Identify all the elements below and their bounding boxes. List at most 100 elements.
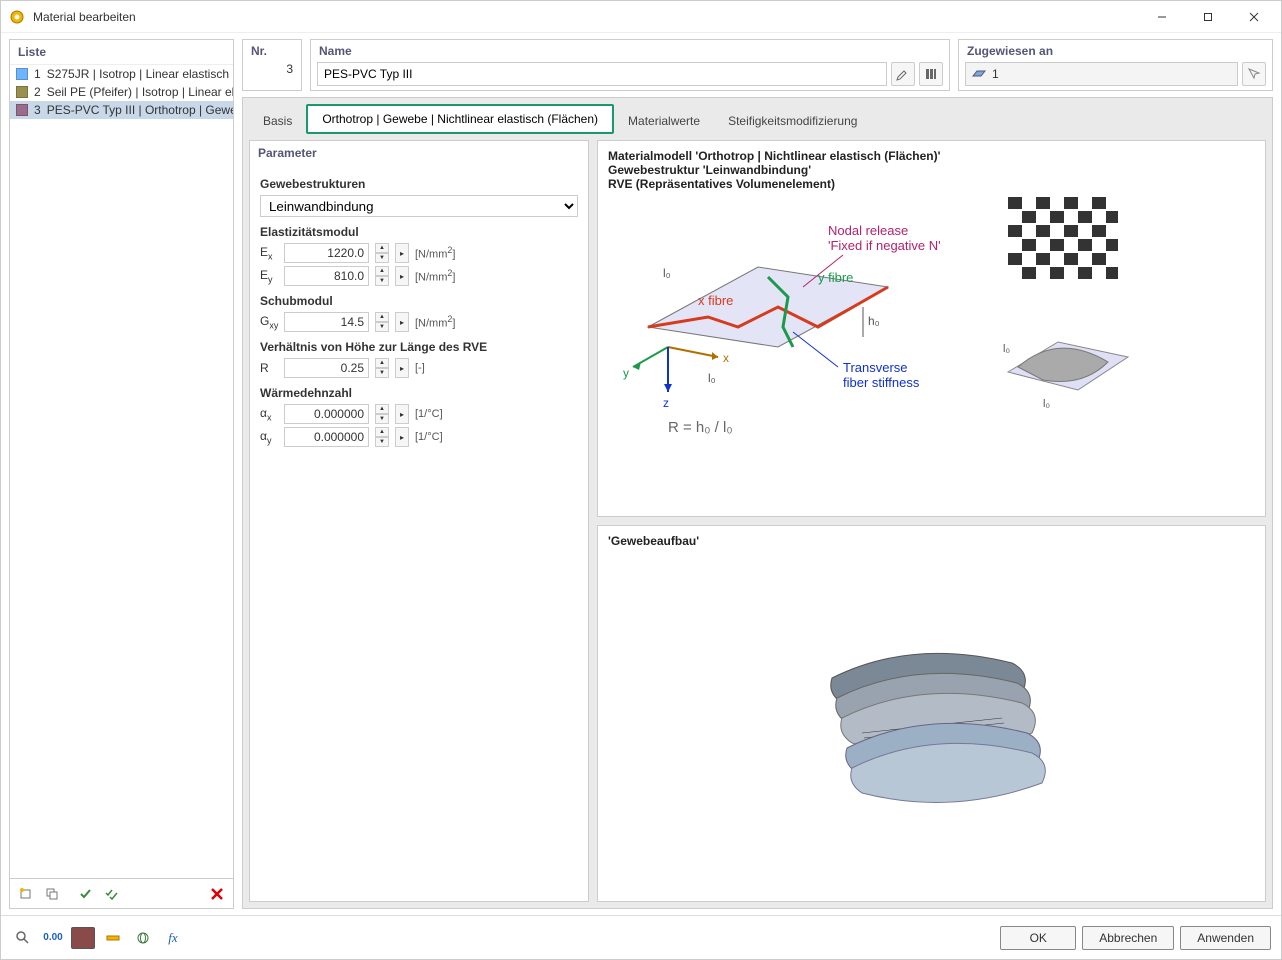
gewebe-combo[interactable]: Leinwandbindung <box>260 195 578 217</box>
name-label: Name <box>311 40 949 58</box>
list-item[interactable]: 2 Seil PE (Pfeifer) | Isotrop | Linear e… <box>10 83 233 101</box>
nr-label: Nr. <box>243 40 301 58</box>
ey-unit: [N/mm2] <box>415 268 455 284</box>
xfibre-label: x fibre <box>698 293 733 308</box>
spin-up[interactable]: ▲ <box>375 404 389 414</box>
ruler-icon[interactable] <box>101 927 125 949</box>
spin-down[interactable]: ▼ <box>375 437 389 447</box>
surface-icon <box>972 69 986 79</box>
tabbed-box: Basis Orthotrop | Gewebe | Nichtlinear e… <box>242 97 1273 909</box>
function-icon[interactable]: fx <box>161 927 185 949</box>
spin-up[interactable]: ▲ <box>375 427 389 437</box>
spin-down[interactable]: ▼ <box>375 253 389 263</box>
ey-label: Ey <box>260 268 278 284</box>
assigned-input[interactable]: 1 <box>965 62 1238 86</box>
go-button[interactable]: ▸ <box>395 243 409 263</box>
spin-down[interactable]: ▼ <box>375 414 389 424</box>
spin-down[interactable]: ▼ <box>375 368 389 378</box>
tab-steifigkeit[interactable]: Steifigkeitsmodifizierung <box>714 108 871 134</box>
app-icon <box>9 9 25 25</box>
go-button[interactable]: ▸ <box>395 266 409 286</box>
check-button[interactable] <box>74 883 98 905</box>
color-swatch <box>16 68 28 80</box>
svg-text:l₀: l₀ <box>663 266 671 280</box>
r-input[interactable]: 0.25 <box>284 358 369 378</box>
ok-button[interactable]: OK <box>1000 926 1076 950</box>
maximize-button[interactable] <box>1185 2 1231 32</box>
parameter-panel: Parameter Gewebestrukturen Leinwandbindu… <box>249 140 589 902</box>
emod-label: Elastizitätsmodul <box>260 225 578 239</box>
list-number: 2 <box>34 85 41 99</box>
edit-name-button[interactable] <box>891 62 915 86</box>
color-icon[interactable] <box>71 927 95 949</box>
footer-bar: 0.00 fx OK Abbrechen Anwenden <box>1 915 1281 959</box>
ay-input[interactable]: 0.000000 <box>284 427 369 447</box>
svg-text:l₀: l₀ <box>1043 398 1050 410</box>
rve-diagram-panel: Materialmodell 'Orthotrop | Nichtlinear … <box>597 140 1266 517</box>
copy-item-button[interactable] <box>40 883 64 905</box>
nr-value: 3 <box>243 58 301 82</box>
svg-text:y: y <box>623 366 629 380</box>
gxy-label: Gxy <box>260 314 278 330</box>
list-item[interactable]: 1 S275JR | Isotrop | Linear elastisch <box>10 65 233 83</box>
go-button[interactable]: ▸ <box>395 312 409 332</box>
name-box: Name <box>310 39 950 91</box>
name-input[interactable] <box>317 62 887 86</box>
ex-label: Ex <box>260 245 278 261</box>
ex-unit: [N/mm2] <box>415 245 455 261</box>
diag-line3: RVE (Repräsentatives Volumenelement) <box>608 177 1255 191</box>
list-toolbar <box>10 878 233 908</box>
library-button[interactable] <box>919 62 943 86</box>
delete-button[interactable] <box>205 883 229 905</box>
diag-line2: Gewebestruktur 'Leinwandbindung' <box>608 163 1255 177</box>
rve-diagram: x fibre y fibre x <box>608 197 968 447</box>
go-button[interactable]: ▸ <box>395 427 409 447</box>
spin-up[interactable]: ▲ <box>375 358 389 368</box>
check-all-button[interactable] <box>100 883 124 905</box>
spin-down[interactable]: ▼ <box>375 322 389 332</box>
go-button[interactable]: ▸ <box>395 358 409 378</box>
gewebe-label: Gewebestrukturen <box>260 177 578 191</box>
cancel-button[interactable]: Abbrechen <box>1082 926 1174 950</box>
trans-label2: fiber stiffness <box>843 375 920 390</box>
svg-text:x: x <box>723 351 729 365</box>
search-icon[interactable] <box>11 927 35 949</box>
list-text: PES-PVC Typ III | Orthotrop | Gewebe <box>47 103 233 117</box>
nodal-label2: 'Fixed if negative N' <box>828 238 941 253</box>
spin-up[interactable]: ▲ <box>375 266 389 276</box>
content-area: Liste 1 S275JR | Isotrop | Linear elasti… <box>1 33 1281 915</box>
units-icon[interactable]: 0.00 <box>41 927 65 949</box>
close-button[interactable] <box>1231 2 1277 32</box>
spin-down[interactable]: ▼ <box>375 276 389 286</box>
apply-button[interactable]: Anwenden <box>1180 926 1271 950</box>
spin-up[interactable]: ▲ <box>375 312 389 322</box>
ax-input[interactable]: 0.000000 <box>284 404 369 424</box>
tab-strip: Basis Orthotrop | Gewebe | Nichtlinear e… <box>243 98 1272 134</box>
list-panel: Liste 1 S275JR | Isotrop | Linear elasti… <box>9 39 234 909</box>
ey-input[interactable]: 810.0 <box>284 266 369 286</box>
tab-basis[interactable]: Basis <box>249 108 306 134</box>
spin-up[interactable]: ▲ <box>375 243 389 253</box>
new-item-button[interactable] <box>14 883 38 905</box>
tab-orthotrop[interactable]: Orthotrop | Gewebe | Nichtlinear elastis… <box>306 104 614 134</box>
pick-button[interactable] <box>1242 62 1266 86</box>
minimize-button[interactable] <box>1139 2 1185 32</box>
list-item[interactable]: 3 PES-PVC Typ III | Orthotrop | Gewebe <box>10 101 233 119</box>
list-number: 3 <box>34 103 41 117</box>
list-text: Seil PE (Pfeifer) | Isotrop | Linear ela… <box>47 85 233 99</box>
gxy-input[interactable]: 14.5 <box>284 312 369 332</box>
ratio-label: Verhältnis von Höhe zur Länge des RVE <box>260 340 578 354</box>
svg-text:l₀: l₀ <box>1003 343 1010 355</box>
list-text: S275JR | Isotrop | Linear elastisch <box>47 67 229 81</box>
assigned-label: Zugewiesen an <box>959 40 1272 58</box>
ex-input[interactable]: 1220.0 <box>284 243 369 263</box>
tab-materialwerte[interactable]: Materialwerte <box>614 108 714 134</box>
tab-content: Parameter Gewebestrukturen Leinwandbindu… <box>243 134 1272 908</box>
ay-label: αy <box>260 429 278 445</box>
go-button[interactable]: ▸ <box>395 404 409 424</box>
warm-label: Wärmedehnzahl <box>260 386 578 400</box>
color-swatch <box>16 86 28 98</box>
color-swatch <box>16 104 28 116</box>
globe-icon[interactable] <box>131 927 155 949</box>
r-label: R <box>260 361 278 375</box>
